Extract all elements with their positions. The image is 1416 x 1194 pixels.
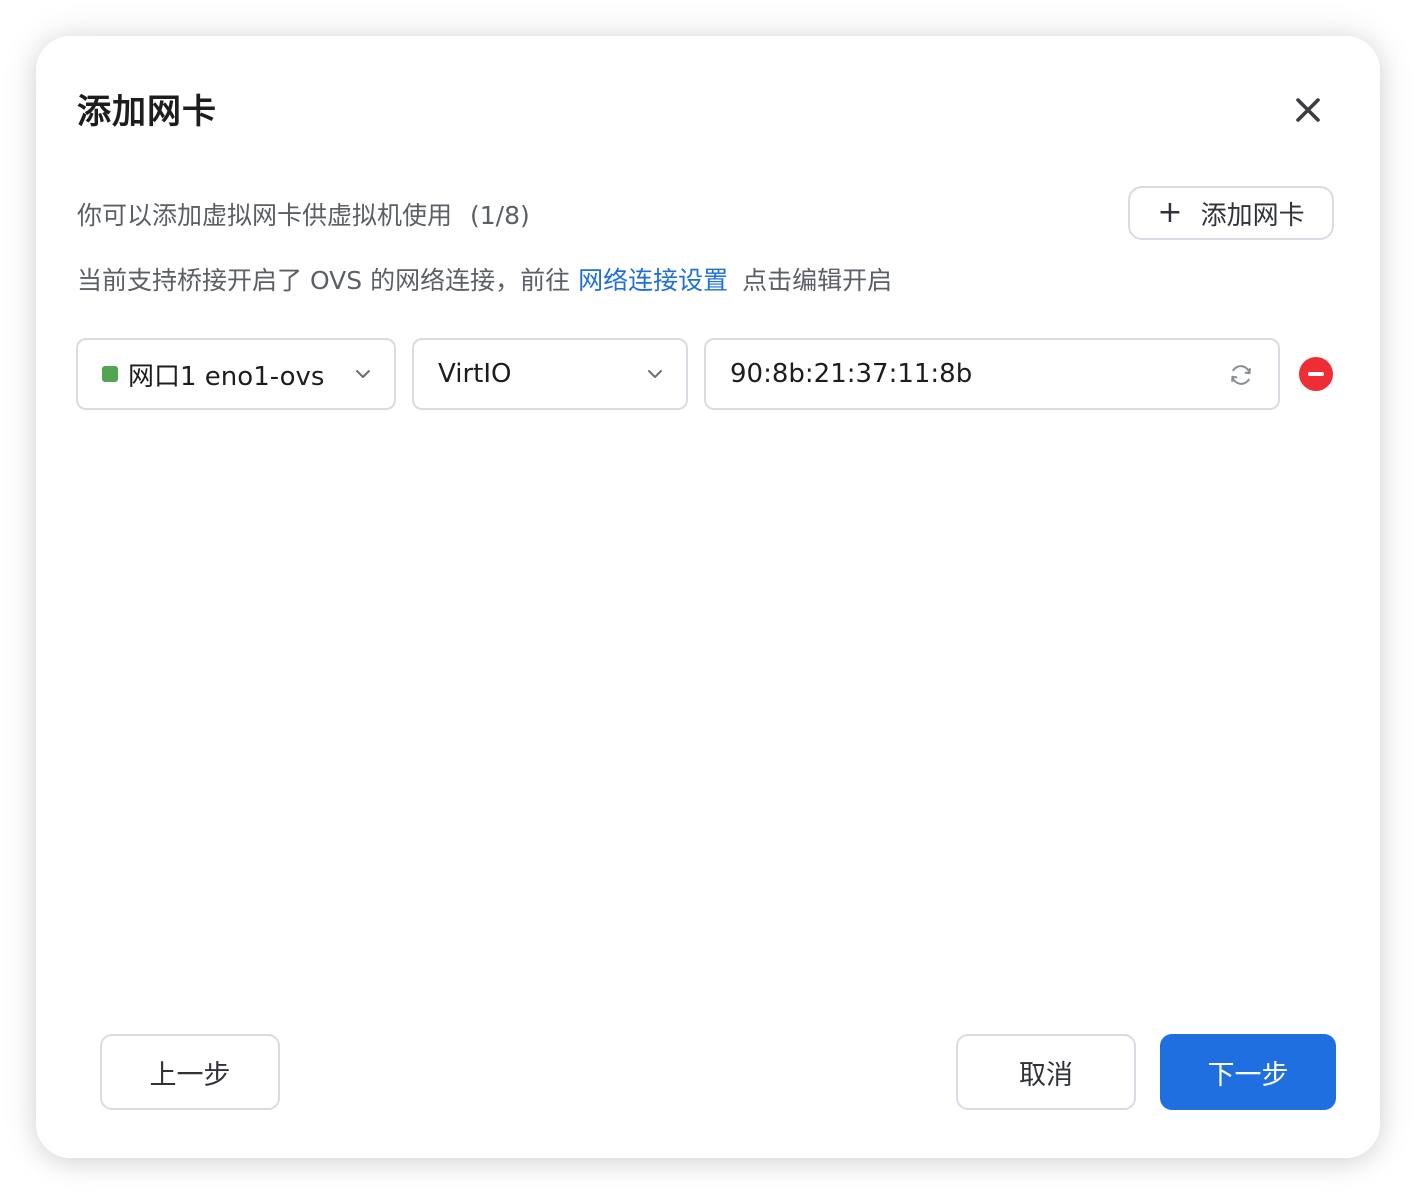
add-nic-button-label: 添加网卡 (1200, 200, 1305, 231)
close-button[interactable] (1290, 92, 1326, 128)
add-nic-dialog: 添加网卡 你可以添加虚拟网卡供虚拟机使用 (1/8) + 添加网卡 当前支持桥接开… (36, 36, 1380, 1158)
network-settings-link[interactable]: 网络连接设置 (578, 266, 728, 295)
previous-step-button[interactable]: 上一步 (100, 1034, 280, 1110)
port-status-indicator (102, 366, 118, 382)
nic-count: (1/8) (470, 201, 530, 230)
nic-model-select[interactable]: VirtIO (412, 338, 688, 410)
description-text: 你可以添加虚拟网卡供虚拟机使用 (77, 201, 453, 230)
nic-model-value: VirtIO (438, 359, 512, 389)
plus-icon: + (1157, 195, 1183, 230)
cancel-button[interactable]: 取消 (956, 1034, 1136, 1110)
add-nic-button[interactable]: + 添加网卡 (1128, 186, 1334, 240)
close-icon (1296, 98, 1320, 122)
remove-nic-button[interactable] (1299, 357, 1333, 391)
ovs-hint: 当前支持桥接开启了 OVS 的网络连接，前往 网络连接设置 点击编辑开启 (77, 261, 892, 297)
mac-address-value: 90:8b:21:37:11:8b (730, 359, 973, 389)
mac-address-field[interactable]: 90:8b:21:37:11:8b (704, 338, 1280, 410)
network-port-select[interactable]: 网口1 eno1-ovs (76, 338, 396, 410)
dialog-title: 添加网卡 (77, 92, 217, 132)
description-line: 你可以添加虚拟网卡供虚拟机使用 (1/8) (77, 196, 530, 232)
hint-prefix: 当前支持桥接开启了 OVS 的网络连接，前往 (77, 266, 571, 295)
refresh-icon[interactable] (1228, 362, 1254, 388)
chevron-down-icon (356, 370, 370, 378)
next-step-button[interactable]: 下一步 (1160, 1034, 1336, 1110)
chevron-down-icon (648, 370, 662, 378)
hint-suffix: 点击编辑开启 (742, 266, 893, 295)
network-port-value: 网口1 eno1-ovs (128, 361, 325, 392)
